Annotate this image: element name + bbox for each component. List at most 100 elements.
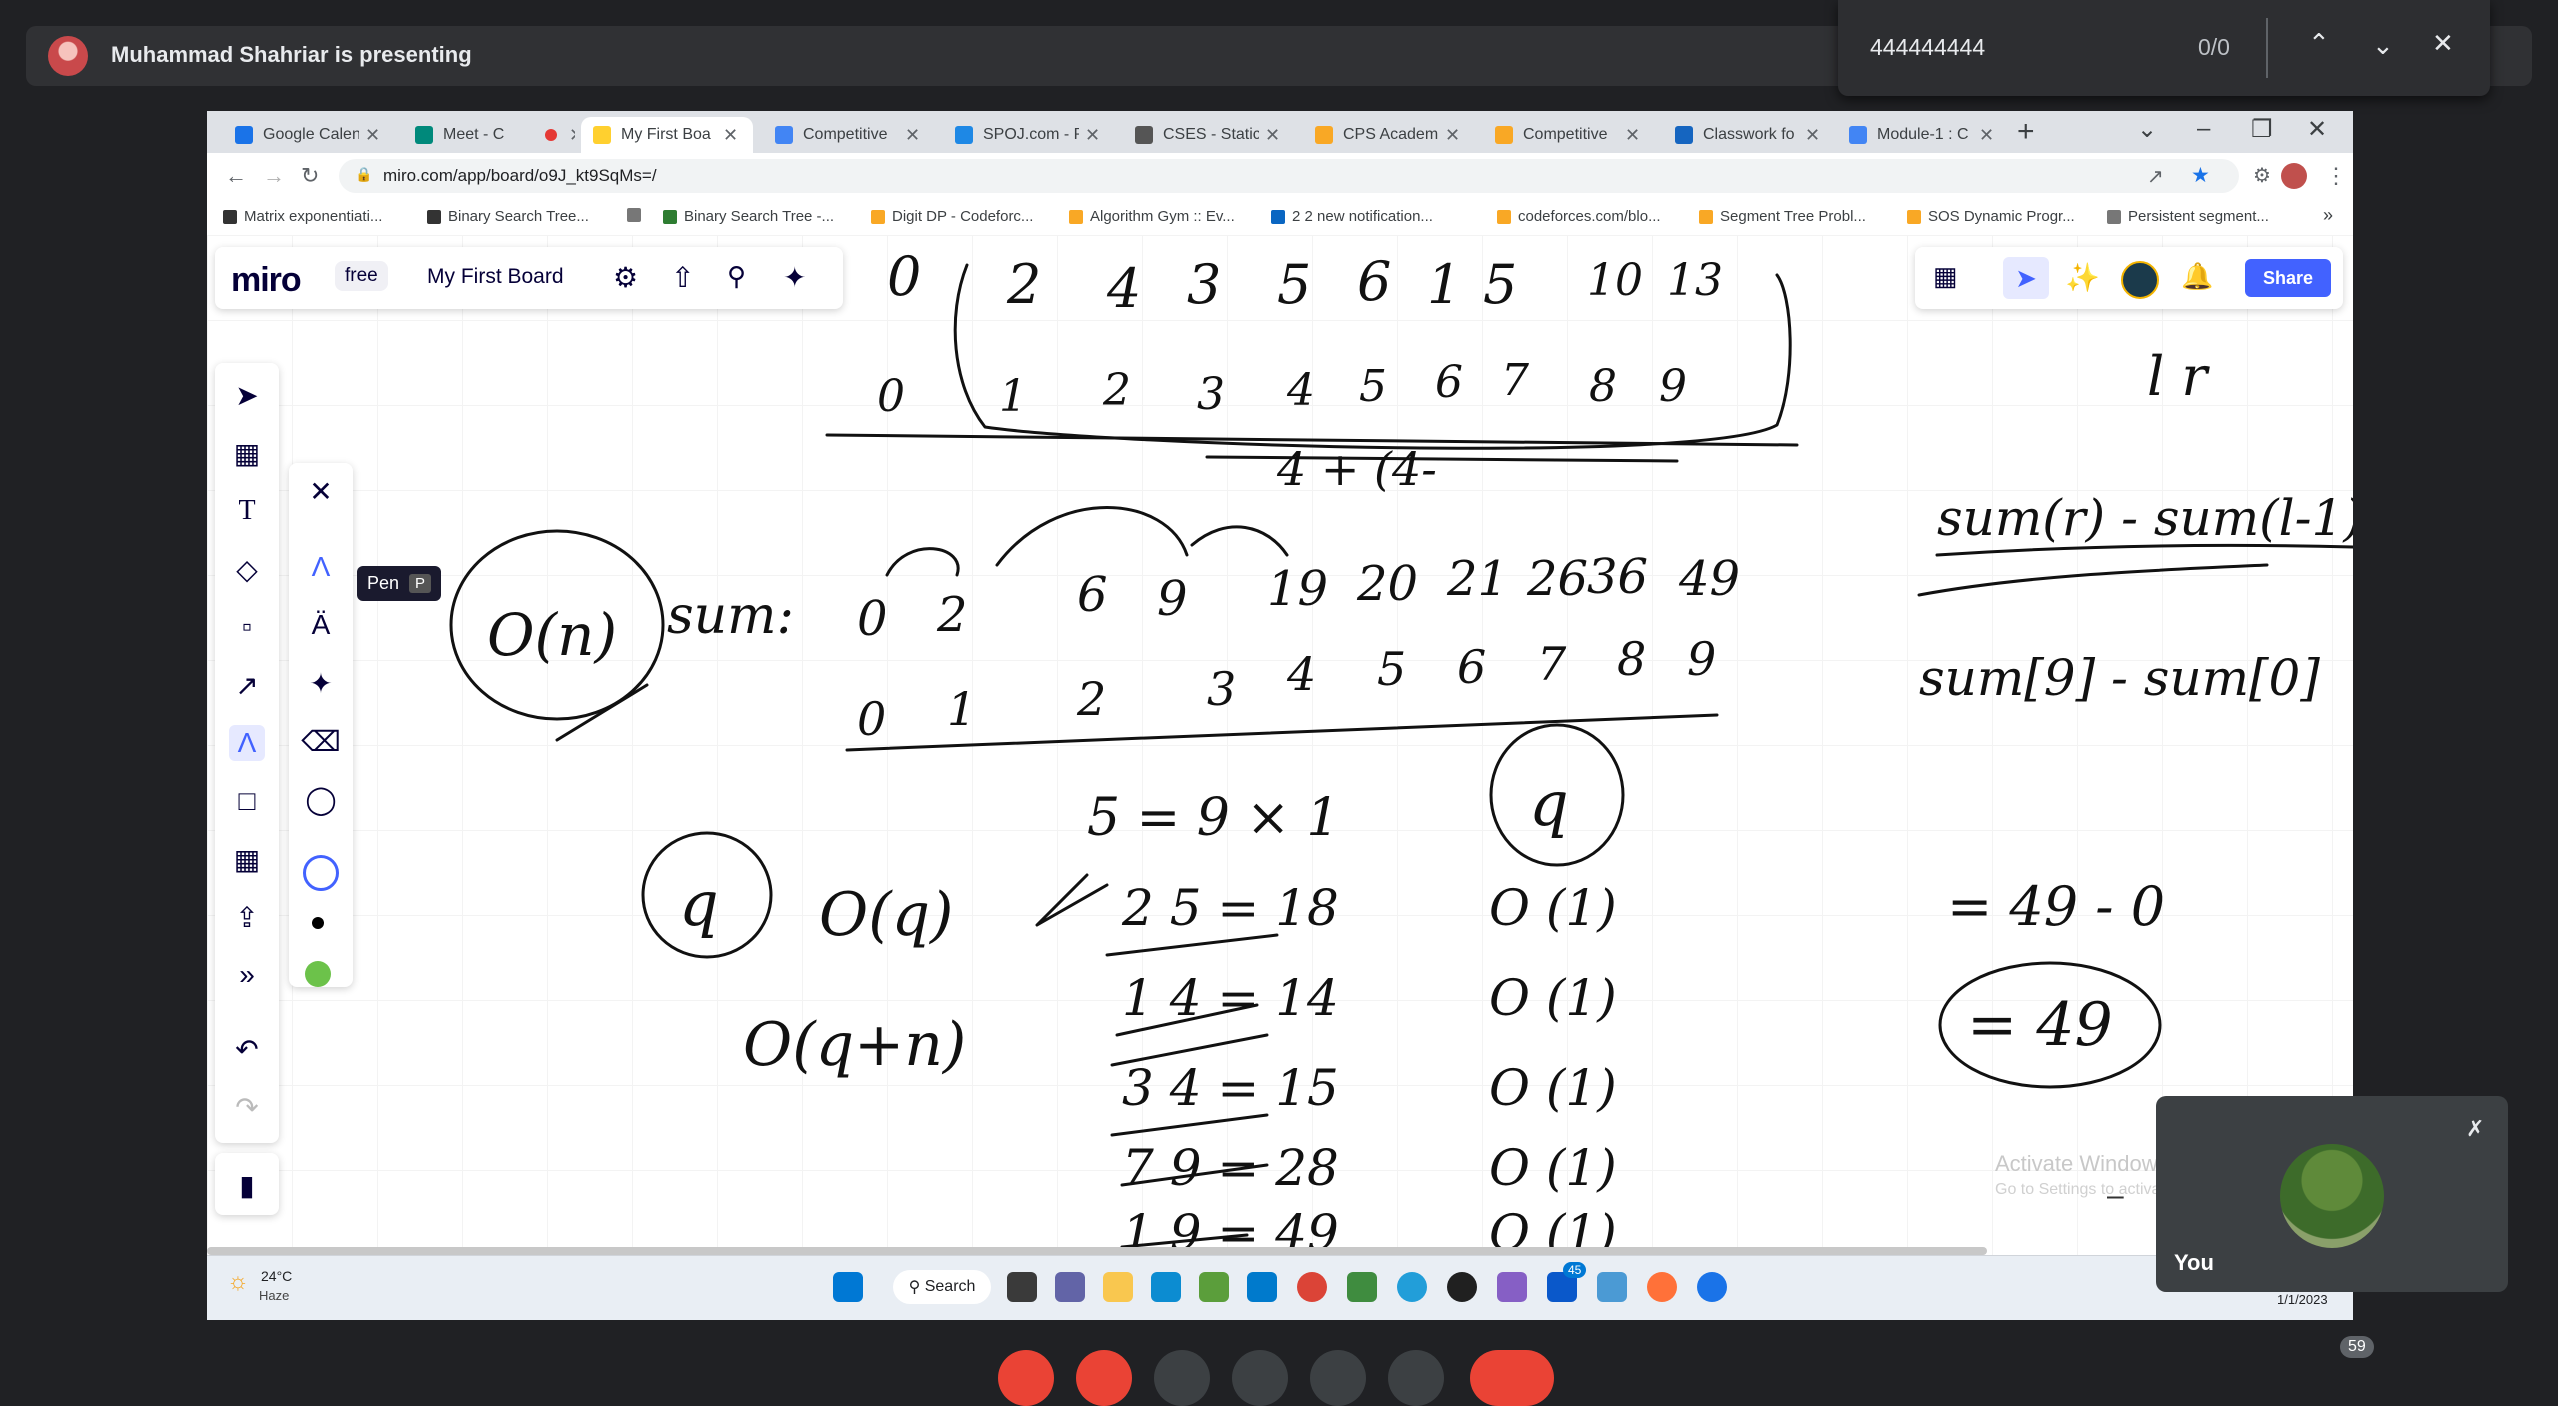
- tab-close-icon[interactable]: ✕: [1979, 125, 1994, 146]
- bookmark-item[interactable]: Binary Search Tree...: [427, 208, 589, 225]
- redo-icon[interactable]: ↷: [229, 1089, 265, 1125]
- tab-close-icon[interactable]: ✕: [905, 125, 920, 146]
- edge-icon[interactable]: [1151, 1272, 1181, 1302]
- zoom-out-minus-icon[interactable]: –: [2107, 1179, 2124, 1213]
- bookmark-item[interactable]: Persistent segment...: [2107, 208, 2269, 225]
- templates-icon[interactable]: ▦: [229, 435, 265, 471]
- visual-studio-icon[interactable]: [1497, 1272, 1527, 1302]
- export-upload-icon[interactable]: ⇧: [671, 261, 694, 294]
- chevron-down-icon[interactable]: ⌄: [2372, 30, 2394, 61]
- firefox-icon[interactable]: [1647, 1272, 1677, 1302]
- tab-close-icon[interactable]: ✕: [569, 125, 575, 146]
- notification-bell-icon[interactable]: 🔔: [2181, 261, 2213, 292]
- tab-close-icon[interactable]: ✕: [1265, 125, 1280, 146]
- shapes-icon[interactable]: ◇: [229, 551, 265, 587]
- miro-board-canvas[interactable]: 0 2 4 3 5 6 1 5 10 13 0 1 2 3 4 5 6 7 8: [207, 235, 2353, 1255]
- settings-gear-icon[interactable]: ⚙: [613, 261, 638, 294]
- tab-close-icon[interactable]: ✕: [365, 125, 380, 146]
- taskbar-search[interactable]: ⚲ Search: [893, 1270, 991, 1304]
- present-button[interactable]: [1310, 1350, 1366, 1406]
- omnibox[interactable]: 🔒 miro.com/app/board/o9J_kt9SqMs=/ ↗ ★: [339, 159, 2239, 193]
- browser-menu-icon[interactable]: ⋮: [2325, 163, 2347, 189]
- text-tool-icon[interactable]: T: [229, 493, 265, 529]
- tab-close-icon[interactable]: ✕: [1805, 125, 1820, 146]
- search-icon[interactable]: ⚲: [727, 261, 746, 292]
- tab-close-icon[interactable]: ✕: [1445, 125, 1460, 146]
- undo-icon[interactable]: ↶: [229, 1031, 265, 1067]
- more-options-button[interactable]: [1388, 1350, 1444, 1406]
- new-tab-plus-icon[interactable]: +: [2017, 115, 2035, 149]
- leave-call-button[interactable]: [1470, 1350, 1554, 1406]
- telegram-icon[interactable]: [1397, 1272, 1427, 1302]
- tab-search-chevron-icon[interactable]: ⌄: [2137, 115, 2157, 144]
- camera-toggle-button[interactable]: [1076, 1350, 1132, 1406]
- minimize-icon[interactable]: –: [2197, 115, 2210, 143]
- bookmarks-more-icon[interactable]: »: [2323, 205, 2333, 226]
- close-pen-panel-icon[interactable]: ✕: [303, 473, 339, 509]
- browser-tab[interactable]: CSES - Static ✕: [1123, 117, 1295, 153]
- weather-temp[interactable]: 24°C: [261, 1268, 292, 1284]
- extensions-puzzle-icon[interactable]: ⚙: [2253, 163, 2271, 188]
- profile-avatar[interactable]: [2281, 163, 2307, 189]
- chevron-up-icon[interactable]: ⌃: [2308, 28, 2330, 59]
- upload-icon[interactable]: ⇪: [229, 899, 265, 935]
- restore-icon[interactable]: ❐: [2251, 115, 2273, 144]
- bookmark-item[interactable]: [627, 208, 648, 222]
- file-explorer-icon[interactable]: [1103, 1272, 1133, 1302]
- tab-close-icon[interactable]: ✕: [1625, 125, 1640, 146]
- browser-tab[interactable]: Classwork fo ✕: [1663, 117, 1835, 153]
- maps-icon[interactable]: [1697, 1272, 1727, 1302]
- bookmark-item[interactable]: Algorithm Gym :: Ev...: [1069, 208, 1235, 225]
- mic-toggle-button[interactable]: [998, 1350, 1054, 1406]
- connection-line-icon[interactable]: ↗: [229, 667, 265, 703]
- pen-color-green[interactable]: [305, 961, 331, 987]
- bookmark-item[interactable]: Matrix exponentiati...: [223, 208, 382, 225]
- miro-logo[interactable]: miro: [231, 261, 302, 300]
- store-icon[interactable]: [1199, 1272, 1229, 1302]
- comment-icon[interactable]: □: [229, 783, 265, 819]
- captions-button[interactable]: [1154, 1350, 1210, 1406]
- cursor-follow-icon[interactable]: ➤: [2003, 257, 2049, 299]
- taskbar-date[interactable]: 1/1/2023: [2277, 1292, 2328, 1307]
- bookmark-star-icon[interactable]: ★: [2191, 163, 2210, 188]
- browser-tab[interactable]: Module-1 : C ✕: [1837, 117, 2009, 153]
- browser-tab[interactable]: SPOJ.com - P ✕: [943, 117, 1115, 153]
- bookmark-item[interactable]: Binary Search Tree -...: [663, 208, 834, 225]
- raise-hand-button[interactable]: [1232, 1350, 1288, 1406]
- browser-tab[interactable]: CPS Academ ✕: [1303, 117, 1475, 153]
- reactions-icon[interactable]: ✨: [2065, 261, 2100, 294]
- app-icon[interactable]: [1347, 1272, 1377, 1302]
- bookmark-item[interactable]: SOS Dynamic Progr...: [1907, 208, 2075, 225]
- obs-icon[interactable]: [1447, 1272, 1477, 1302]
- window-close-icon[interactable]: ✕: [2307, 115, 2327, 144]
- back-arrow-icon[interactable]: ←: [225, 163, 247, 189]
- collaborator-avatar[interactable]: [2121, 261, 2159, 299]
- browser-tab[interactable]: Meet - C ✕: [403, 117, 575, 153]
- apps-grid-icon[interactable]: ▦: [1933, 261, 1958, 292]
- bookmark-item[interactable]: Segment Tree Probl...: [1699, 208, 1866, 225]
- task-view-icon[interactable]: [1007, 1272, 1037, 1302]
- share-page-icon[interactable]: ↗: [2147, 164, 2164, 189]
- pen-tool-icon[interactable]: Λ: [229, 725, 265, 761]
- browser-tab[interactable]: Google Calen ✕: [223, 117, 395, 153]
- select-cursor-icon[interactable]: ➤: [229, 377, 265, 413]
- chrome-icon[interactable]: [1297, 1272, 1327, 1302]
- weather-sun-icon[interactable]: ☼: [227, 1268, 249, 1296]
- vscode-icon[interactable]: [1247, 1272, 1277, 1302]
- sticky-note-icon[interactable]: ▫: [229, 609, 265, 645]
- lasso-icon[interactable]: ◯: [303, 781, 339, 817]
- browser-tab[interactable]: My First Boa ✕: [581, 117, 753, 153]
- highlighter-icon[interactable]: Ä: [303, 607, 339, 643]
- browser-tab[interactable]: Competitive ✕: [763, 117, 935, 153]
- magic-wand-icon[interactable]: ✦: [783, 261, 806, 294]
- chat-icon[interactable]: [1055, 1272, 1085, 1302]
- forward-arrow-icon[interactable]: →: [263, 163, 285, 189]
- pen-icon[interactable]: Λ: [303, 549, 339, 585]
- app2-icon[interactable]: [1597, 1272, 1627, 1302]
- find-query-input[interactable]: 444444444: [1870, 34, 1985, 61]
- reload-icon[interactable]: ↻: [301, 163, 319, 189]
- frame-icon[interactable]: ▦: [229, 841, 265, 877]
- tab-close-icon[interactable]: ✕: [1085, 125, 1100, 146]
- url-text[interactable]: miro.com/app/board/o9J_kt9SqMs=/: [383, 166, 657, 186]
- horizontal-scrollbar[interactable]: [207, 1247, 1987, 1255]
